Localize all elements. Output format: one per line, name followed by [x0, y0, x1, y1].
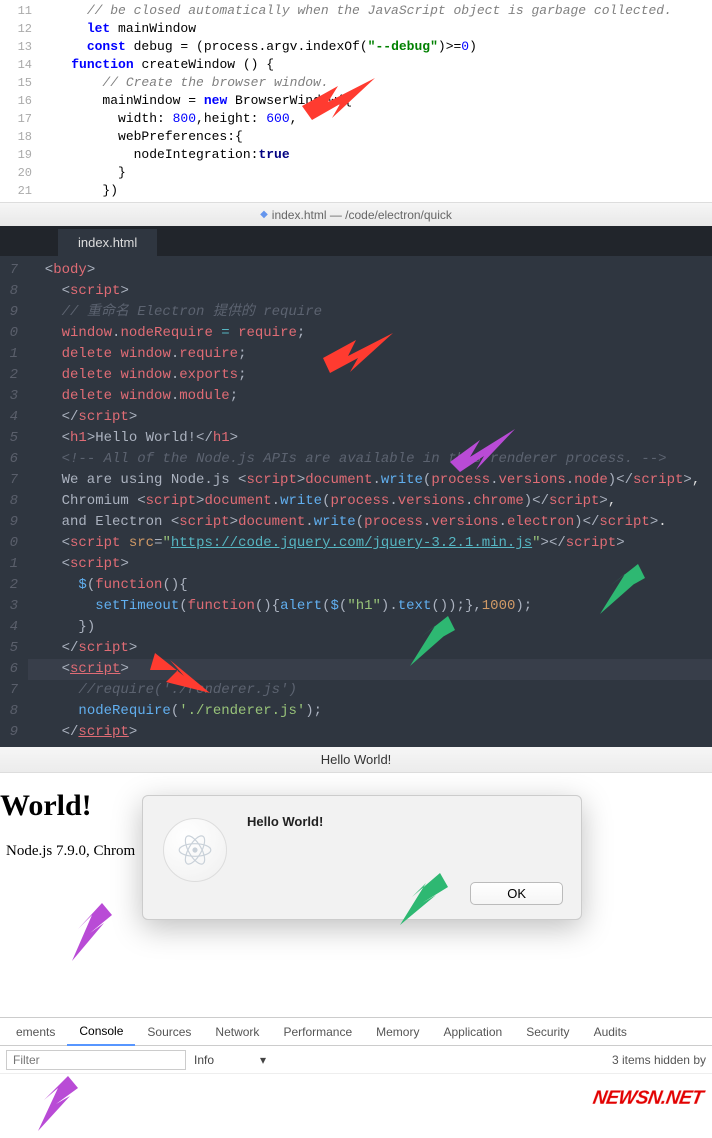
browser-titlebar: Hello World! [0, 747, 712, 773]
electron-icon [163, 818, 227, 882]
log-level-dropdown[interactable]: Info ▾ [194, 1053, 266, 1067]
tab-index-html[interactable]: index.html [58, 229, 157, 256]
devtools-tab-performance[interactable]: Performance [271, 1018, 364, 1046]
devtools-tabs: ementsConsoleSourcesNetworkPerformanceMe… [0, 1018, 712, 1046]
gutter-light: 1112131415161718192021 [0, 0, 40, 202]
file-bullet-icon: ◆ [260, 209, 268, 220]
editor-light-pane[interactable]: 1112131415161718192021 // be closed auto… [0, 0, 712, 202]
watermark: NEWSN.NET [591, 1088, 704, 1110]
devtools-tab-application[interactable]: Application [431, 1018, 514, 1046]
devtools-tab-console[interactable]: Console [67, 1018, 135, 1046]
gutter-dark: 78901234567890123456789 [0, 256, 28, 747]
devtools-tab-sources[interactable]: Sources [135, 1018, 203, 1046]
dialog-message: Hello World! [247, 814, 323, 829]
ok-button[interactable]: OK [470, 882, 563, 905]
log-level-label: Info [194, 1053, 214, 1067]
browser-body: World! Node.js 7.9.0, Chrom Hello World!… [0, 773, 712, 1013]
editor-tabs: index.html [0, 226, 712, 256]
alert-dialog: Hello World! OK [142, 795, 582, 920]
devtools-tab-audits[interactable]: Audits [582, 1018, 639, 1046]
window-titlebar: ◆ index.html — /code/electron/quick [0, 202, 712, 226]
devtools-tab-memory[interactable]: Memory [364, 1018, 431, 1046]
devtools-tab-network[interactable]: Network [203, 1018, 271, 1046]
code-light[interactable]: // be closed automatically when the Java… [40, 0, 712, 202]
window-title: index.html — /code/electron/quick [272, 208, 452, 222]
devtools-tab-ements[interactable]: ements [4, 1018, 67, 1046]
editor-dark-pane[interactable]: index.html 78901234567890123456789 <body… [0, 226, 712, 747]
devtools-panel[interactable]: ementsConsoleSourcesNetworkPerformanceMe… [0, 1017, 712, 1138]
chevron-down-icon: ▾ [260, 1053, 266, 1067]
devtools-tab-security[interactable]: Security [514, 1018, 581, 1046]
devtools-toolbar: Info ▾ 3 items hidden by [0, 1046, 712, 1074]
browser-window: Hello World! World! Node.js 7.9.0, Chrom… [0, 747, 712, 1013]
hidden-count: 3 items hidden by [612, 1053, 706, 1067]
filter-input[interactable] [6, 1050, 186, 1070]
code-dark[interactable]: <body> <script> // 重命名 Electron 提供的 requ… [28, 256, 712, 747]
arrow-purple-2 [60, 903, 120, 968]
